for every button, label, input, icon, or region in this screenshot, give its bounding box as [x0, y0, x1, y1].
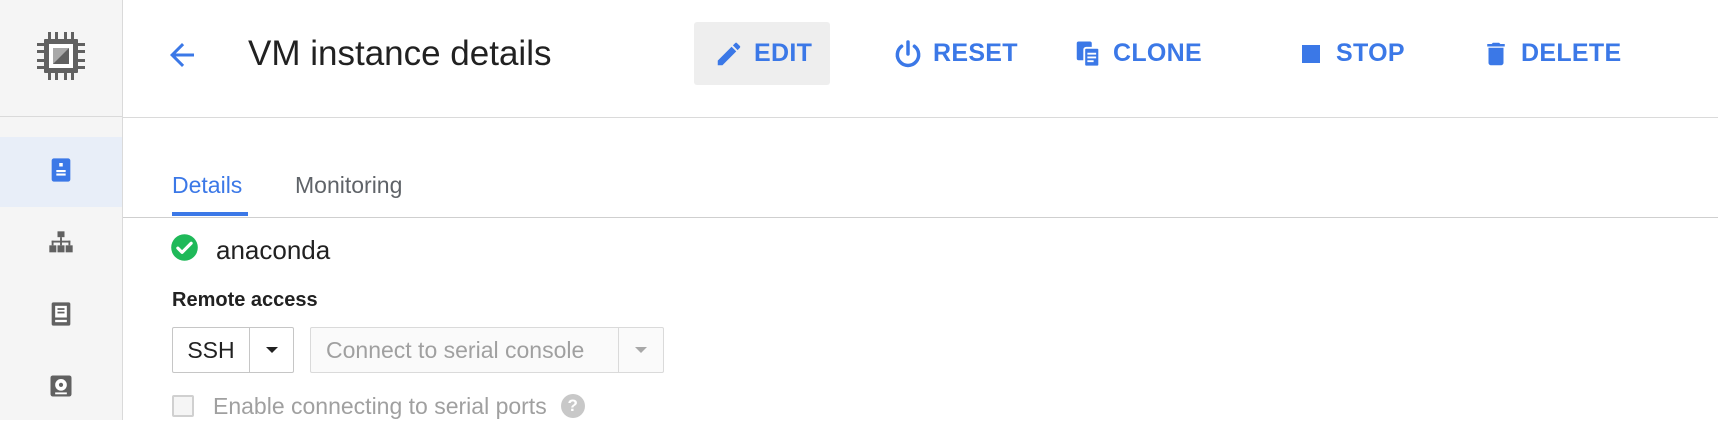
power-icon	[891, 37, 925, 71]
serial-console-split-button: Connect to serial console	[310, 327, 664, 373]
stop-button-label: STOP	[1336, 39, 1405, 67]
serial-ports-option: Enable connecting to serial ports ?	[172, 391, 585, 421]
page-title: VM instance details	[248, 34, 552, 73]
compute-engine-logo	[0, 0, 122, 117]
rail-item-instance-templates[interactable]	[0, 281, 122, 351]
instance-group-icon	[46, 229, 76, 262]
clone-button[interactable]: CLONE	[1053, 22, 1220, 85]
tab-bar: Details Monitoring	[123, 118, 1718, 218]
clone-button-label: CLONE	[1113, 39, 1202, 67]
ssh-dropdown-button[interactable]	[250, 328, 293, 372]
page-header: VM instance details EDIT RESET CLONE STO…	[123, 0, 1718, 118]
reset-button-label: RESET	[933, 39, 1018, 67]
ssh-button[interactable]: SSH	[173, 328, 250, 372]
arrow-back-icon	[164, 37, 200, 78]
rail-item-disks[interactable]	[0, 353, 122, 423]
caret-down-icon	[634, 341, 648, 359]
reset-button[interactable]: RESET	[873, 22, 1036, 85]
instance-name: anaconda	[216, 234, 331, 265]
serial-console-dropdown-button[interactable]	[619, 328, 663, 372]
delete-button[interactable]: DELETE	[1461, 22, 1639, 85]
stop-button[interactable]: STOP	[1276, 22, 1423, 85]
vm-instance-icon	[47, 156, 75, 189]
delete-button-label: DELETE	[1521, 39, 1622, 67]
instance-header: anaconda	[170, 233, 330, 267]
edit-button[interactable]: EDIT	[694, 22, 831, 85]
trash-icon	[1479, 37, 1513, 71]
serial-ports-checkbox-label: Enable connecting to serial ports	[213, 392, 547, 419]
remote-access-label: Remote access	[172, 289, 318, 311]
copy-icon	[1071, 37, 1105, 71]
caret-down-icon	[265, 341, 279, 359]
left-nav-rail	[0, 0, 123, 420]
chip-icon	[31, 26, 91, 91]
check-circle-icon	[170, 233, 199, 267]
tab-details[interactable]: Details	[172, 168, 242, 202]
serial-ports-checkbox[interactable]	[172, 395, 194, 417]
stop-icon	[1294, 37, 1328, 71]
rail-item-vm-instances[interactable]	[0, 137, 122, 207]
ssh-split-button: SSH	[172, 327, 294, 373]
active-tab-indicator	[172, 212, 248, 216]
rail-item-instance-groups[interactable]	[0, 210, 122, 280]
edit-button-label: EDIT	[754, 39, 813, 67]
back-button[interactable]	[158, 33, 206, 81]
serial-console-button[interactable]: Connect to serial console	[311, 328, 619, 372]
tab-monitoring[interactable]: Monitoring	[295, 168, 402, 202]
pencil-icon	[712, 37, 746, 71]
disk-icon	[47, 372, 75, 405]
template-icon	[47, 300, 75, 333]
help-icon[interactable]: ?	[560, 394, 585, 418]
